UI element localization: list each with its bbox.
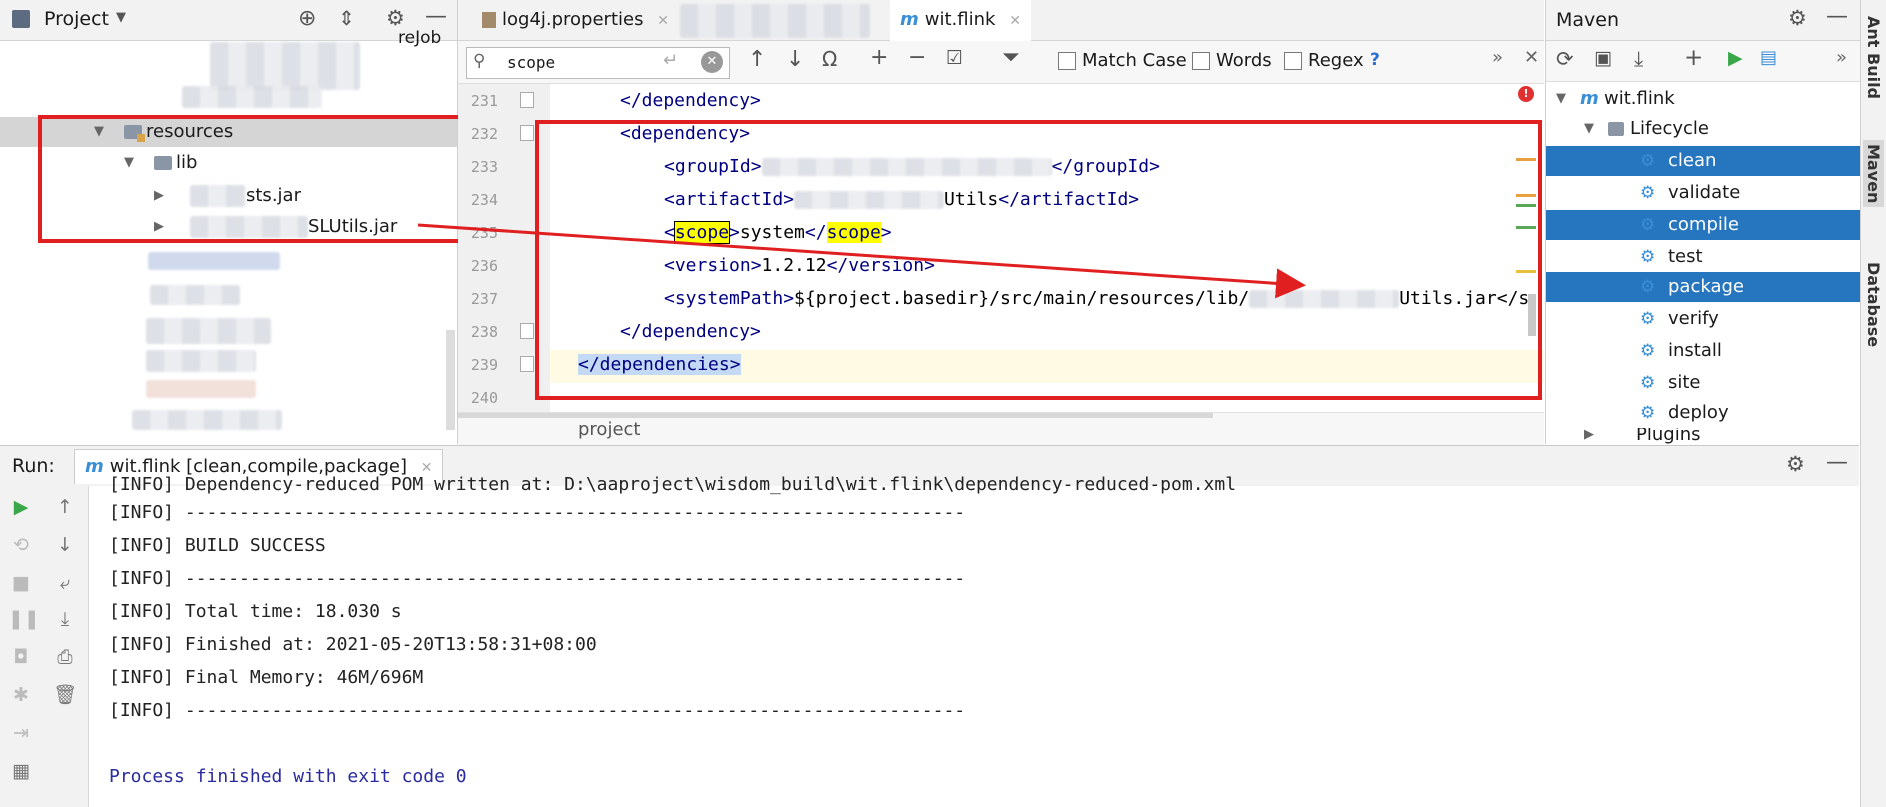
console-line: [INFO] Total time: 18.030 s [109, 601, 402, 622]
maven-m-icon: m [85, 456, 104, 477]
gear-icon[interactable]: ⚙ [1786, 452, 1805, 476]
bug-icon[interactable]: ✱ [8, 682, 34, 708]
chevron-down-icon[interactable]: ▼ [1556, 84, 1566, 114]
maven-title: Maven [1556, 9, 1620, 31]
trash-icon[interactable]: 🗑 [52, 682, 78, 708]
goal-label: package [1668, 276, 1744, 297]
maven-goal-clean[interactable]: ⚙ clean [1546, 146, 1860, 176]
maven-goal-compile[interactable]: ⚙ compile [1546, 210, 1860, 240]
debug-icon[interactable]: ⟲ [8, 532, 34, 558]
download-icon[interactable]: ⤓ [1634, 47, 1643, 72]
maven-m-icon: m [1580, 88, 1599, 109]
maven-project-wit-flink[interactable]: ▼ m wit.flink [1546, 84, 1860, 114]
goal-label: compile [1668, 214, 1739, 235]
chevron-down-icon[interactable]: ▼ [1584, 114, 1594, 144]
camera-icon[interactable]: ◘ [8, 644, 34, 670]
console-exit-line: Process finished with exit code 0 [109, 766, 467, 787]
maven-goal-site[interactable]: ⚙ site [1546, 368, 1860, 398]
console-line: [INFO] ---------------------------------… [109, 502, 966, 523]
maven-goal-deploy[interactable]: ⚙ deploy [1546, 398, 1860, 428]
lifecycle-label: Lifecycle [1630, 118, 1709, 139]
plugins-label: Plugins [1636, 428, 1701, 444]
maven-header: Maven ⚙ — [1546, 0, 1860, 41]
gear-icon: ⚙ [1640, 403, 1656, 423]
console-line: [INFO] ---------------------------------… [109, 700, 966, 721]
run-label: Run: [12, 455, 55, 477]
maven-plugins[interactable]: ▶ Plugins [1546, 428, 1860, 444]
maven-goal-test[interactable]: ⚙ test [1546, 242, 1860, 272]
add-icon[interactable]: + [1684, 45, 1703, 71]
gear-icon: ⚙ [1640, 373, 1656, 393]
goal-label: clean [1668, 150, 1717, 171]
database-tab[interactable]: Database [1864, 262, 1883, 347]
gear-icon: ⚙ [1640, 277, 1656, 297]
gear-icon: ⚙ [1640, 151, 1656, 171]
maven-panel: Maven ⚙ — ⟳ ▣ ⤓ + ▶ ▤ » ▼ m wit.flink ▼ … [1545, 0, 1860, 444]
stop-icon[interactable]: ■ [8, 570, 34, 596]
folder-icon [1608, 122, 1624, 136]
ant-build-tab[interactable]: Ant Build [1864, 16, 1883, 99]
maven-goal-package[interactable]: ⚙ package [1546, 272, 1860, 302]
maven-tab[interactable]: Maven [1863, 140, 1884, 208]
reload-icon[interactable]: ⟳ [1556, 47, 1574, 71]
generate-sources-icon[interactable]: ▣ [1594, 47, 1612, 69]
gear-icon: ⚙ [1640, 215, 1656, 235]
rerun-icon[interactable]: ▶ [8, 494, 34, 520]
run-toolbar: ▶ ↑ ⟲ ↓ ■ ⤶ ❚❚ ⤓ ◘ ⎙ ✱ 🗑 ⇥ ▦ [0, 486, 89, 807]
print-icon[interactable]: ⎙ [52, 644, 78, 670]
pause-icon[interactable]: ❚❚ [8, 606, 40, 632]
goal-label: test [1668, 246, 1703, 267]
exit-icon[interactable]: ⇥ [8, 720, 34, 746]
console-line: [INFO] ---------------------------------… [109, 568, 966, 589]
gear-icon: ⚙ [1640, 183, 1656, 203]
maven-goal-verify[interactable]: ⚙ verify [1546, 304, 1860, 334]
execute-goal-icon[interactable]: ▤ [1760, 47, 1777, 68]
maven-goal-validate[interactable]: ⚙ validate [1546, 178, 1860, 208]
goal-label: install [1668, 340, 1722, 361]
more-icon[interactable]: » [1836, 47, 1847, 68]
run-icon[interactable]: ▶ [1728, 47, 1743, 69]
right-tool-strip: Ant Build Maven Database [1860, 0, 1886, 807]
console-line: [INFO] Final Memory: 46M/696M [109, 667, 424, 688]
goal-label: deploy [1668, 402, 1729, 423]
maven-toolbar: ⟳ ▣ ⤓ + ▶ ▤ » [1546, 41, 1860, 82]
scroll-to-end-icon[interactable]: ⤓ [52, 606, 78, 632]
minimize-icon[interactable]: — [1826, 4, 1848, 29]
goal-label: validate [1668, 182, 1741, 203]
gear-icon: ⚙ [1640, 247, 1656, 267]
minimize-icon[interactable]: — [1826, 450, 1848, 475]
maven-project-label: wit.flink [1604, 88, 1675, 109]
maven-lifecycle[interactable]: ▼ Lifecycle [1546, 114, 1860, 144]
goal-label: site [1668, 372, 1701, 393]
maven-goal-install[interactable]: ⚙ install [1546, 336, 1860, 366]
console-output[interactable]: [INFO] Dependency-reduced POM written at… [89, 474, 1859, 807]
soft-wrap-icon[interactable]: ⤶ [52, 570, 78, 596]
gear-icon: ⚙ [1640, 309, 1656, 329]
console-line: [INFO] Finished at: 2021-05-20T13:58:31+… [109, 634, 597, 655]
goal-label: verify [1668, 308, 1719, 329]
console-line: [INFO] Dependency-reduced POM written at… [109, 474, 1237, 495]
gear-icon[interactable]: ⚙ [1788, 6, 1807, 30]
layout-icon[interactable]: ▦ [8, 758, 34, 784]
gear-icon: ⚙ [1640, 341, 1656, 361]
arrow-down-icon[interactable]: ↓ [52, 532, 78, 558]
arrow-up-icon[interactable]: ↑ [52, 494, 78, 520]
console-line: [INFO] BUILD SUCCESS [109, 535, 326, 556]
